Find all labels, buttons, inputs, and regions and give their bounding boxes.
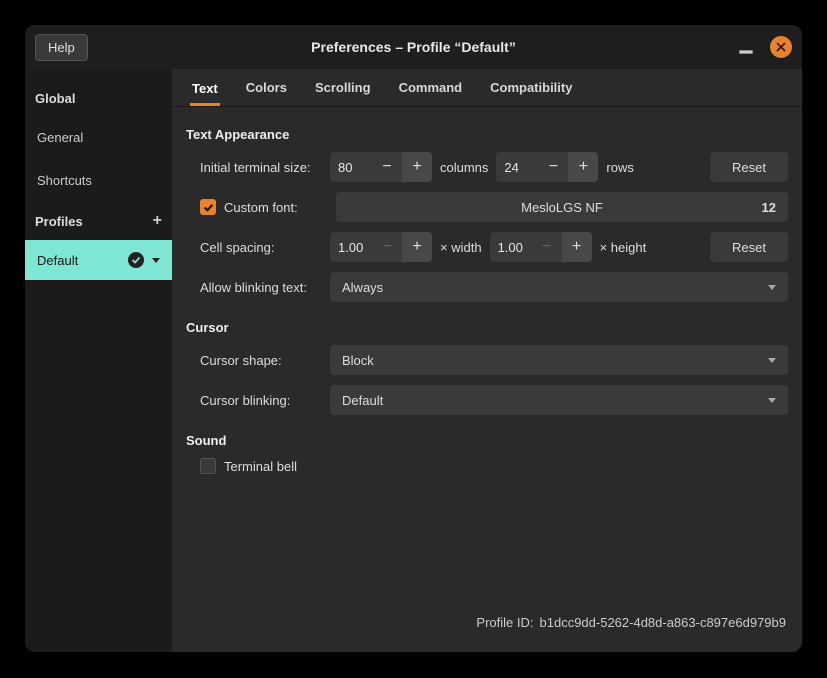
columns-input[interactable] (330, 160, 372, 175)
sidebar-heading-profiles: Profiles + (25, 202, 172, 240)
dropdown-icon (768, 358, 776, 363)
sidebar-item-general[interactable]: General (25, 116, 172, 159)
rows-spinbox[interactable]: − + (496, 152, 598, 182)
cursor-blinking-value: Default (342, 393, 383, 408)
tab-compatibility[interactable]: Compatibility (488, 70, 574, 105)
cursor-shape-label: Cursor shape: (200, 353, 322, 368)
main-panel: Text Colors Scrolling Command Compatibil… (172, 69, 802, 652)
width-spinbox[interactable]: − + (330, 232, 432, 262)
font-chooser-button[interactable]: MesloLGS NF 12 (336, 192, 788, 222)
height-minus-button[interactable]: − (532, 232, 562, 262)
profile-id-value: b1dcc9dd-5262-4d8d-a863-c897e6d979b9 (540, 615, 787, 630)
terminal-bell-label: Terminal bell (224, 459, 297, 474)
cursor-shape-select[interactable]: Block (330, 345, 788, 375)
custom-font-checkbox[interactable] (200, 199, 216, 215)
terminal-bell-checkbox[interactable] (200, 458, 216, 474)
sidebar: Global General Shortcuts Profiles + Defa… (25, 69, 172, 652)
rows-input[interactable] (496, 160, 538, 175)
cursor-blinking-label: Cursor blinking: (200, 393, 322, 408)
height-input[interactable] (490, 240, 532, 255)
blink-select[interactable]: Always (330, 272, 788, 302)
preferences-window: Help Preferences – Profile “Default” Glo… (25, 25, 802, 652)
width-minus-button[interactable]: − (372, 232, 402, 262)
rows-plus-button[interactable]: + (568, 152, 598, 182)
height-unit: × height (600, 240, 647, 255)
width-plus-button[interactable]: + (402, 232, 432, 262)
sidebar-item-shortcuts[interactable]: Shortcuts (25, 159, 172, 202)
cursor-shape-value: Block (342, 353, 374, 368)
height-spinbox[interactable]: − + (490, 232, 592, 262)
columns-plus-button[interactable]: + (402, 152, 432, 182)
columns-unit: columns (440, 160, 488, 175)
cursor-blinking-select[interactable]: Default (330, 385, 788, 415)
tab-colors[interactable]: Colors (244, 70, 289, 105)
tab-bar: Text Colors Scrolling Command Compatibil… (172, 69, 802, 107)
rows-minus-button[interactable]: − (538, 152, 568, 182)
blink-label: Allow blinking text: (200, 280, 322, 295)
minimize-button[interactable] (736, 37, 756, 57)
sidebar-profile-default[interactable]: Default (25, 240, 172, 280)
columns-minus-button[interactable]: − (372, 152, 402, 182)
tab-command[interactable]: Command (397, 70, 465, 105)
profile-name-label: Default (37, 253, 120, 268)
titlebar: Help Preferences – Profile “Default” (25, 25, 802, 69)
help-button[interactable]: Help (35, 34, 88, 61)
section-text-appearance: Text Appearance (186, 127, 788, 142)
columns-spinbox[interactable]: − + (330, 152, 432, 182)
tab-scrolling[interactable]: Scrolling (313, 70, 373, 105)
add-profile-icon[interactable]: + (153, 212, 162, 230)
section-sound: Sound (186, 433, 788, 448)
window-title: Preferences – Profile “Default” (311, 39, 516, 55)
blink-value: Always (342, 280, 383, 295)
section-cursor: Cursor (186, 320, 788, 335)
font-size-label: 12 (762, 200, 776, 215)
reset-spacing-button[interactable]: Reset (710, 232, 788, 262)
close-button[interactable] (770, 36, 792, 58)
cell-spacing-label: Cell spacing: (200, 240, 322, 255)
chevron-down-icon[interactable] (152, 258, 160, 263)
sidebar-heading-global: Global (25, 81, 172, 116)
width-input[interactable] (330, 240, 372, 255)
rows-unit: rows (606, 160, 633, 175)
dropdown-icon (768, 398, 776, 403)
check-circle-icon (128, 252, 144, 268)
height-plus-button[interactable]: + (562, 232, 592, 262)
custom-font-label: Custom font: (224, 200, 328, 215)
tab-text[interactable]: Text (190, 71, 220, 106)
initial-size-label: Initial terminal size: (200, 160, 322, 175)
font-name-label: MesloLGS NF (521, 200, 603, 215)
width-unit: × width (440, 240, 482, 255)
reset-size-button[interactable]: Reset (710, 152, 788, 182)
dropdown-icon (768, 285, 776, 290)
profile-id-label: Profile ID: (476, 615, 533, 630)
